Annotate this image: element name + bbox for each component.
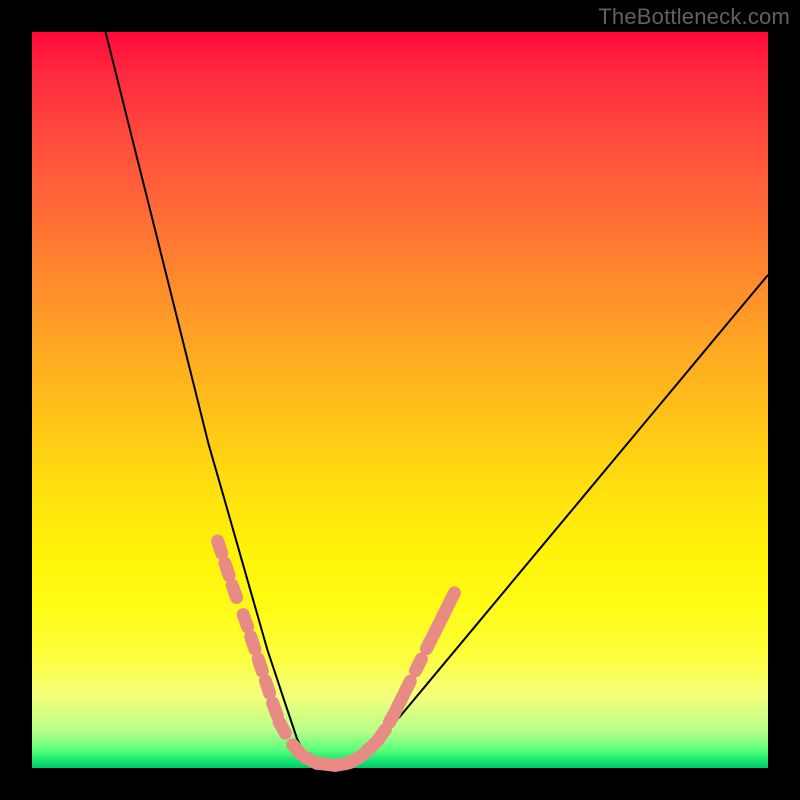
markers-group	[209, 533, 463, 773]
plot-area	[32, 32, 768, 768]
bottleneck-curve	[106, 32, 768, 768]
watermark-text: TheBottleneck.com	[598, 4, 790, 30]
chart-frame: TheBottleneck.com	[0, 0, 800, 800]
curve-svg	[32, 32, 768, 768]
